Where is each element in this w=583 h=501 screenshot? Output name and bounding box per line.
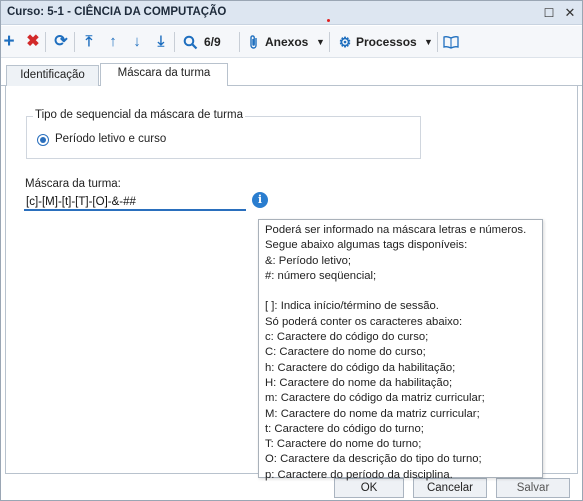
red-dot-marker	[327, 19, 330, 22]
processes-button[interactable]: Processos	[356, 33, 417, 51]
tooltip-line: &: Período letivo;	[265, 254, 352, 267]
tooltip-line: t: Caractere do código do turno;	[265, 422, 424, 435]
sequence-type-group: Tipo de sequencial da máscara de turma P…	[26, 109, 421, 159]
tooltip-line: Segue abaixo algumas tags disponíveis:	[265, 239, 468, 252]
mask-help-tooltip: Poderá ser informado na máscara letras e…	[258, 219, 543, 481]
record-counter: 6/9	[204, 35, 221, 49]
tooltip-line: Só poderá conter os caracteres abaixo:	[265, 315, 463, 328]
tooltip-line: #: número seqüencial;	[265, 269, 377, 282]
gear-icon[interactable]: ⚙	[337, 33, 353, 51]
group-legend: Tipo de sequencial da máscara de turma	[33, 109, 245, 121]
info-icon[interactable]: i	[252, 192, 268, 208]
tab-identificacao[interactable]: Identificação	[6, 65, 99, 87]
dialog-window: Curso: 5-1 - CIÊNCIA DA COMPUTAÇÃO ☐ ✕ +…	[0, 0, 583, 501]
tooltip-line: O: Caractere da descrição do tipo do tur…	[265, 453, 482, 466]
mask-field-label: Máscara da turma:	[25, 178, 121, 190]
refresh-icon[interactable]: ⟳	[53, 33, 69, 51]
attachments-button[interactable]: Anexos	[265, 33, 308, 51]
tooltip-line: C: Caractere do nome do curso;	[265, 346, 426, 359]
last-record-icon[interactable]: ⤓	[153, 33, 169, 51]
paperclip-icon[interactable]	[247, 33, 261, 51]
title-bar: Curso: 5-1 - CIÊNCIA DA COMPUTAÇÃO ☐ ✕	[1, 1, 582, 25]
toolbar: + ✖ ⟳ ⤒ ↑ ↓ ⤓ 6/9 Anexos ▼ ⚙ Processos ▼	[1, 26, 582, 58]
radio-periodo-letivo-curso[interactable]	[37, 134, 49, 146]
tooltip-line: c: Caractere do código do curso;	[265, 331, 429, 344]
tooltip-line: T: Caractere do nome do turno;	[265, 438, 422, 451]
tooltip-line: m: Caractere do código da matriz curricu…	[265, 392, 485, 405]
delete-icon[interactable]: ✖	[26, 33, 40, 51]
next-record-icon[interactable]: ↓	[129, 33, 145, 51]
mask-input[interactable]	[24, 192, 246, 211]
toolbar-separator	[74, 32, 75, 52]
search-icon[interactable]	[181, 33, 199, 51]
add-icon[interactable]: +	[2, 32, 16, 51]
toolbar-separator	[239, 32, 240, 52]
toolbar-separator	[437, 32, 438, 52]
tab-strip: Identificação Máscara da turma	[1, 59, 582, 87]
tab-mascara-da-turma[interactable]: Máscara da turma	[100, 63, 228, 87]
tooltip-line: Poderá ser informado na máscara letras e…	[265, 224, 527, 236]
restore-icon[interactable]: ☐	[541, 5, 557, 21]
book-icon[interactable]	[443, 33, 459, 51]
toolbar-separator	[45, 32, 46, 52]
close-icon[interactable]: ✕	[562, 5, 578, 21]
tooltip-line: M: Caractere do nome da matriz curricula…	[265, 407, 480, 420]
tooltip-line: p: Caractere do período da disciplina.	[265, 468, 453, 481]
tooltip-line: H: Caractere do nome da habilitação;	[265, 376, 453, 389]
previous-record-icon[interactable]: ↑	[105, 33, 121, 51]
tooltip-line: h: Caractere do código da habilitação;	[265, 361, 456, 374]
chevron-down-icon[interactable]: ▼	[424, 33, 433, 51]
toolbar-separator	[329, 32, 330, 52]
first-record-icon[interactable]: ⤒	[81, 33, 97, 51]
tooltip-line	[265, 284, 542, 299]
window-title: Curso: 5-1 - CIÊNCIA DA COMPUTAÇÃO	[7, 6, 227, 18]
toolbar-separator	[174, 32, 175, 52]
tooltip-line: [ ]: Indica início/término de sessão.	[265, 300, 439, 313]
radio-label[interactable]: Período letivo e curso	[55, 133, 166, 145]
chevron-down-icon[interactable]: ▼	[316, 33, 325, 51]
